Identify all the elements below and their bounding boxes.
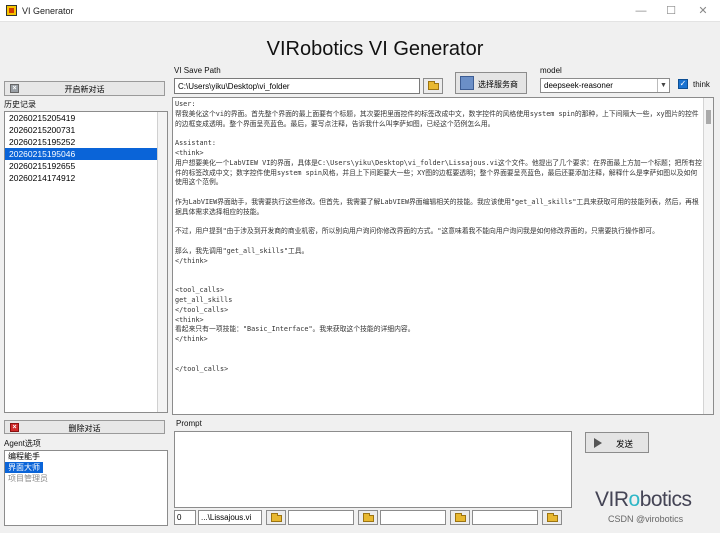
close-button[interactable]: ✕ [688,3,718,19]
folder-icon [428,81,439,90]
chat-scrollbar[interactable] [703,98,713,414]
send-label: 发送 [616,439,634,449]
browse-file-button-2[interactable] [358,510,378,525]
history-scrollbar[interactable] [157,112,167,412]
history-item-selected[interactable]: 20260215195046 [5,148,157,160]
logo-text-part3: botics [639,488,692,511]
virobotics-logo: VIRobotics [595,488,692,512]
file-index-stepper[interactable]: 0 [174,510,196,525]
history-item[interactable]: 20260215195252 [5,136,157,148]
file-path-input-1[interactable]: ...\Lissajous.vi [198,510,262,525]
logo-text-part1: VIR [595,488,629,511]
title-bar: VI Generator — ☐ ✕ [0,0,720,22]
history-label: 历史记录 [4,100,36,109]
delete-chat-button[interactable]: × 删除对话 [4,420,165,434]
page-title: VIRobotics VI Generator [266,38,484,60]
chat-output[interactable]: User: 帮我美化这个vi的界面。首先整个界面的最上面要有个标题，其次要把里面… [172,97,714,415]
folder-icon [455,513,466,522]
folder-icon [271,513,282,522]
think-checkbox[interactable]: ✓ [678,79,688,89]
server-icon [460,76,474,90]
model-value: deepseek-reasoner [544,81,613,90]
folder-icon [547,513,558,522]
history-item[interactable]: 20260214174912 [5,172,157,184]
minimize-button[interactable]: — [626,3,656,19]
csdn-watermark: CSDN @virobotics [608,514,684,524]
history-list[interactable]: 20260215205419 20260215200731 2026021519… [4,111,168,413]
think-label: think [693,80,710,89]
maximize-button[interactable]: ☐ [656,3,686,19]
save-path-input[interactable]: C:\Users\yiku\Desktop\vi_folder [174,78,420,94]
model-label: model [540,66,562,75]
app-icon [6,5,17,16]
chevron-down-icon[interactable]: ▼ [657,79,669,92]
browse-file-button-1[interactable] [266,510,286,525]
history-item[interactable]: 20260215205419 [5,112,157,124]
delete-chat-label: 删除对话 [68,424,101,433]
save-path-label: VI Save Path [174,66,221,75]
window-title: VI Generator [22,6,74,16]
model-select[interactable]: deepseek-reasoner ▼ [540,78,670,93]
agent-item-selected[interactable]: 界面大师 [5,462,43,473]
chat-scroll-thumb[interactable] [706,110,711,124]
new-chat-label: 开启新对话 [64,85,105,94]
select-provider-button[interactable]: 选择服务商 [455,72,527,94]
file-path-input-3[interactable] [380,510,446,525]
send-button[interactable]: 发送 [585,432,649,453]
agent-list[interactable]: 编程能手 界面大师 项目管理员 [4,450,168,526]
logo-text-part2: o [628,488,641,511]
prompt-input[interactable] [174,431,572,508]
history-item[interactable]: 20260215200731 [5,124,157,136]
file-path-input-2[interactable] [288,510,354,525]
select-provider-label: 选择服务商 [478,80,518,89]
prompt-label: Prompt [176,419,202,428]
chat-text: User: 帮我美化这个vi的界面。首先整个界面的最上面要有个标题，其次要把里面… [175,100,702,373]
file-path-input-4[interactable] [472,510,538,525]
browse-folder-button[interactable] [423,78,443,94]
browse-file-button-4[interactable] [542,510,562,525]
agent-label: Agent选项 [4,439,41,448]
folder-icon [363,513,374,522]
history-item[interactable]: 20260215192655 [5,160,157,172]
browse-file-button-3[interactable] [450,510,470,525]
agent-item[interactable]: 编程能手 [5,451,161,462]
agent-item[interactable]: 项目管理员 [5,473,161,484]
send-icon [594,438,602,448]
new-chat-button[interactable]: × 开启新对话 [4,81,165,96]
